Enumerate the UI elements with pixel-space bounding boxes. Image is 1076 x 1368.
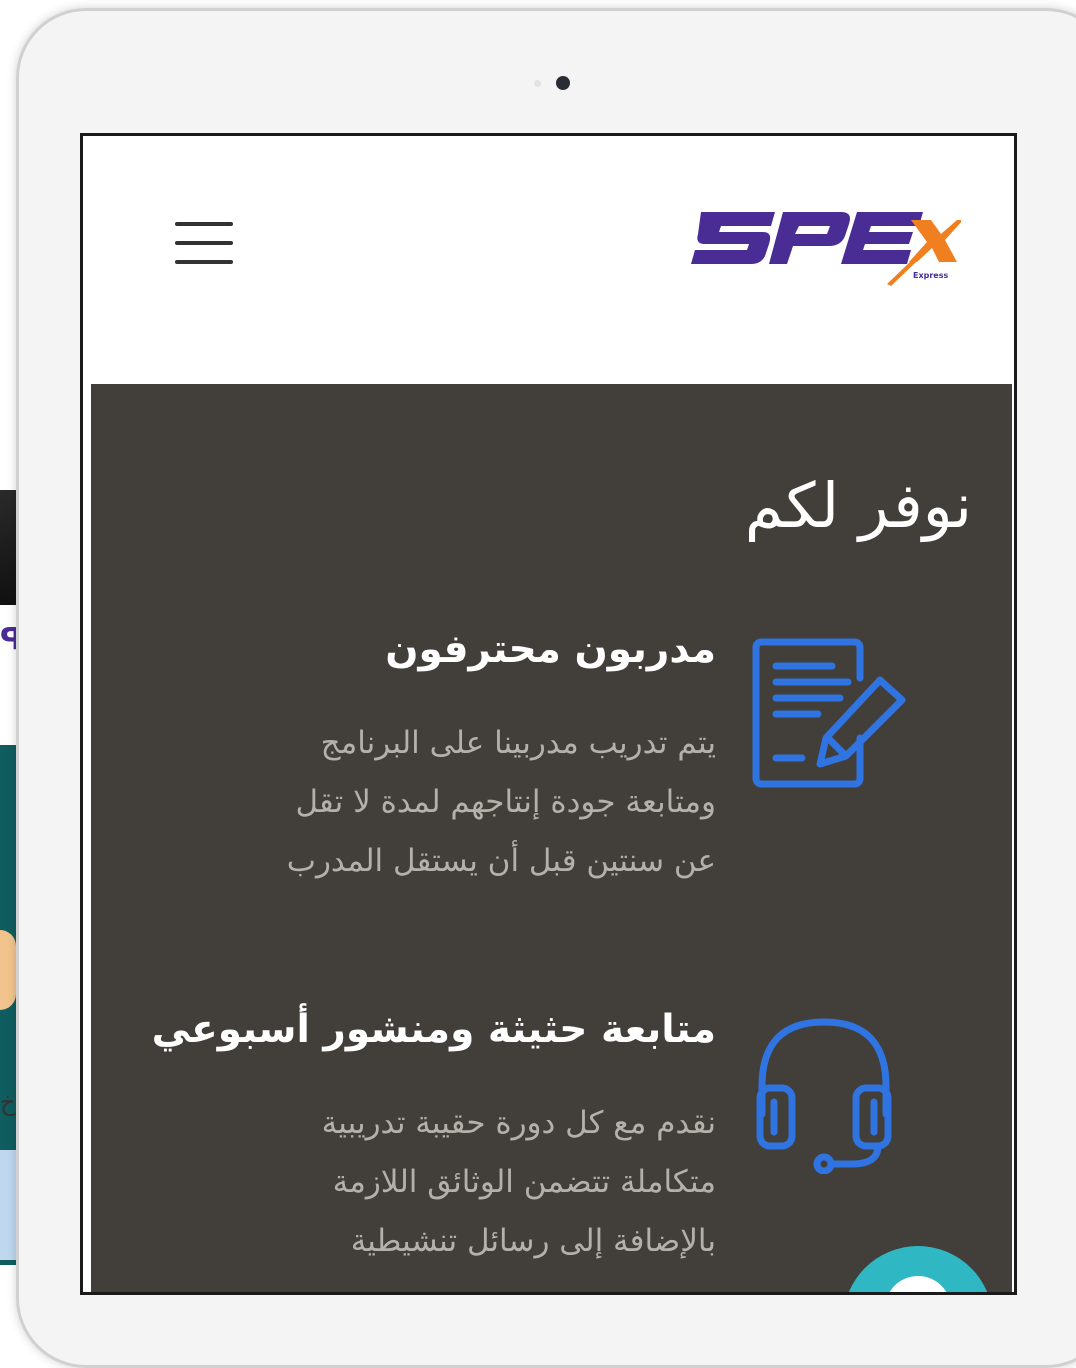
menu-bar-icon <box>175 241 233 245</box>
feature-description-trainers: يتم تدريب مدربينا على البرنامج ومتابعة ج… <box>156 714 716 891</box>
section-title: نوفر لكم <box>744 469 972 542</box>
services-section: نوفر لكم مدربون محترفون يتم تدريب مدربين… <box>91 384 1012 1292</box>
document-edit-icon <box>752 638 906 788</box>
feature-title-trainers: مدربون محترفون <box>385 627 716 672</box>
front-camera <box>556 76 570 90</box>
tablet-screen: Express نوفر لكم مدربون محترفون يتم تدري… <box>80 133 1017 1295</box>
svg-text:Express: Express <box>913 271 948 280</box>
chat-icon <box>885 1276 951 1292</box>
feature-line: عن سنتين قبل أن يستقل المدرب <box>286 843 716 879</box>
feature-line: بالإضافة إلى رسائل تنشيطية <box>350 1223 716 1259</box>
feature-description-follow-up: نقدم مع كل دورة حقيبة تدريبية متكاملة تت… <box>156 1094 716 1271</box>
headset-icon <box>756 1018 892 1174</box>
hamburger-menu-button[interactable] <box>175 222 233 266</box>
feature-title-follow-up: متابعة حثيثة ومنشور أسبوعي <box>151 1007 716 1052</box>
feature-line: ومتابعة جودة إنتاجهم لمدة لا تقل <box>295 784 716 820</box>
feature-line: نقدم مع كل دورة حقيبة تدريبية <box>321 1105 716 1141</box>
feature-line: متكاملة تتضمن الوثائق اللازمة <box>332 1164 716 1200</box>
front-sensor <box>534 80 541 87</box>
background-text-fragment: خ <box>0 1088 16 1116</box>
menu-bar-icon <box>175 260 233 264</box>
background-illustration <box>0 930 16 1010</box>
menu-bar-icon <box>175 222 233 226</box>
site-header: Express <box>83 136 1014 384</box>
spex-logo[interactable]: Express <box>691 204 961 296</box>
feature-line: يتم تدريب مدربينا على البرنامج <box>320 725 716 761</box>
